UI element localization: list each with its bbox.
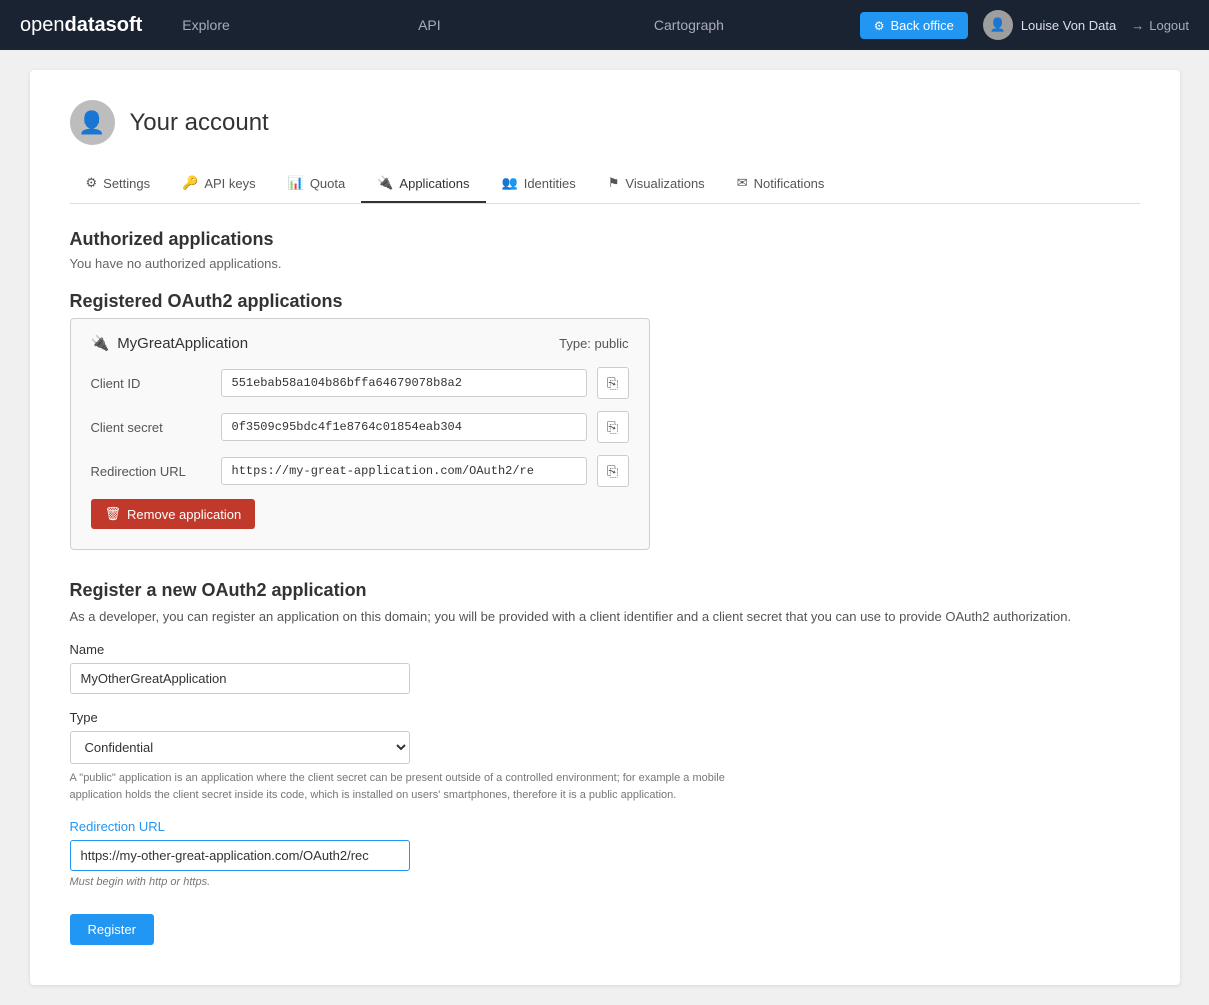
logout-icon: →	[1131, 18, 1144, 33]
app-type: Type: public	[559, 336, 628, 351]
account-avatar: 👤	[70, 100, 115, 145]
navbar-right: Back office 👤 Louise Von Data → Logout	[860, 10, 1189, 40]
app-puzzle-icon: 🔌	[91, 334, 110, 352]
tab-api-keys-label: API keys	[204, 176, 255, 191]
copy-client-secret-button[interactable]: ⎘	[597, 411, 629, 443]
page-container: 👤 Your account ⚙ Settings 🔑 API keys 📊 Q…	[30, 70, 1180, 985]
client-secret-input[interactable]	[221, 413, 587, 441]
app-card: 🔌 MyGreatApplication Type: public Client…	[70, 318, 650, 550]
redirect-url-input[interactable]	[221, 457, 587, 485]
register-button[interactable]: Register	[70, 914, 154, 945]
logout-button[interactable]: → Logout	[1131, 18, 1189, 33]
authorized-apps-empty: You have no authorized applications.	[70, 256, 1140, 271]
user-info: 👤 Louise Von Data	[983, 10, 1116, 40]
tab-visualizations[interactable]: ⚑ Visualizations	[592, 165, 721, 203]
copy-client-id-icon: ⎘	[607, 375, 618, 392]
nav-links: Explore API Cartograph	[182, 17, 859, 33]
nav-api[interactable]: API	[418, 17, 624, 33]
backoffice-button[interactable]: Back office	[860, 12, 968, 39]
name-input[interactable]	[70, 663, 410, 694]
nav-explore[interactable]: Explore	[182, 17, 388, 33]
register-new-section: Register a new OAuth2 application As a d…	[70, 580, 1140, 945]
redirect-hint: Must begin with http or https.	[70, 876, 1140, 888]
account-avatar-icon: 👤	[78, 110, 105, 136]
brand-data: datasoft	[65, 14, 143, 36]
tab-notifications-label: Notifications	[754, 176, 825, 191]
notifications-icon: ✉	[737, 175, 748, 191]
remove-application-button[interactable]: 🗑 Remove application	[91, 499, 256, 529]
client-secret-row: Client secret ⎘	[91, 411, 629, 443]
copy-redirect-url-icon: ⎘	[607, 463, 618, 480]
tab-quota[interactable]: 📊 Quota	[272, 165, 362, 203]
authorized-apps-title: Authorized applications	[70, 229, 1140, 250]
nav-cartograph[interactable]: Cartograph	[654, 17, 860, 33]
register-new-title: Register a new OAuth2 application	[70, 580, 1140, 601]
type-hint: A "public" application is an application…	[70, 770, 770, 803]
tab-settings-label: Settings	[103, 176, 150, 191]
quota-icon: 📊	[288, 175, 304, 191]
redirect-group: Redirection URL Must begin with http or …	[70, 819, 1140, 888]
client-id-input[interactable]	[221, 369, 587, 397]
name-label: Name	[70, 642, 1140, 657]
app-name: 🔌 MyGreatApplication	[91, 334, 249, 352]
type-group: Type Public Confidential A "public" appl…	[70, 710, 1140, 803]
backoffice-icon	[874, 18, 885, 33]
page-title: Your account	[130, 109, 269, 137]
tab-applications-label: Applications	[399, 176, 469, 191]
app-card-header: 🔌 MyGreatApplication Type: public	[91, 334, 629, 352]
tab-applications[interactable]: 🔌 Applications	[361, 165, 485, 203]
api-keys-icon: 🔑	[182, 175, 198, 191]
type-label: Type	[70, 710, 1140, 725]
avatar-icon: 👤	[990, 17, 1006, 33]
backoffice-label: Back office	[890, 18, 953, 33]
navbar: opendatasoft Explore API Cartograph Back…	[0, 0, 1209, 50]
visualizations-icon: ⚑	[608, 175, 620, 191]
avatar: 👤	[983, 10, 1013, 40]
tab-bar: ⚙ Settings 🔑 API keys 📊 Quota 🔌 Applicat…	[70, 165, 1140, 204]
remove-label: Remove application	[127, 507, 241, 522]
identities-icon: 👥	[502, 175, 518, 191]
client-id-label: Client ID	[91, 376, 211, 391]
registered-apps-section: Registered OAuth2 applications 🔌 MyGreat…	[70, 291, 1140, 550]
trash-icon: 🗑	[105, 506, 122, 522]
account-header: 👤 Your account	[70, 100, 1140, 145]
brand-logo: opendatasoft	[20, 14, 142, 37]
tab-visualizations-label: Visualizations	[625, 176, 704, 191]
tab-notifications[interactable]: ✉ Notifications	[721, 165, 841, 203]
copy-client-secret-icon: ⎘	[607, 419, 618, 436]
logout-label: Logout	[1149, 18, 1189, 33]
copy-client-id-button[interactable]: ⎘	[597, 367, 629, 399]
register-new-desc: As a developer, you can register an appl…	[70, 609, 1140, 624]
redirect-input[interactable]	[70, 840, 410, 871]
brand-open: open	[20, 14, 65, 36]
app-name-text: MyGreatApplication	[117, 335, 248, 352]
client-id-row: Client ID ⎘	[91, 367, 629, 399]
user-name: Louise Von Data	[1021, 18, 1116, 33]
copy-redirect-url-button[interactable]: ⎘	[597, 455, 629, 487]
redirect-url-label: Redirection URL	[91, 464, 211, 479]
tab-settings[interactable]: ⚙ Settings	[70, 165, 167, 203]
redirect-label: Redirection URL	[70, 819, 1140, 834]
tab-api-keys[interactable]: 🔑 API keys	[166, 165, 271, 203]
applications-icon: 🔌	[377, 175, 393, 191]
settings-icon: ⚙	[86, 175, 98, 191]
name-group: Name	[70, 642, 1140, 694]
authorized-apps-section: Authorized applications You have no auth…	[70, 229, 1140, 271]
type-select[interactable]: Public Confidential	[70, 731, 410, 764]
client-secret-label: Client secret	[91, 420, 211, 435]
tab-quota-label: Quota	[310, 176, 345, 191]
registered-apps-title: Registered OAuth2 applications	[70, 291, 1140, 312]
redirect-url-row: Redirection URL ⎘	[91, 455, 629, 487]
tab-identities[interactable]: 👥 Identities	[486, 165, 592, 203]
tab-identities-label: Identities	[524, 176, 576, 191]
